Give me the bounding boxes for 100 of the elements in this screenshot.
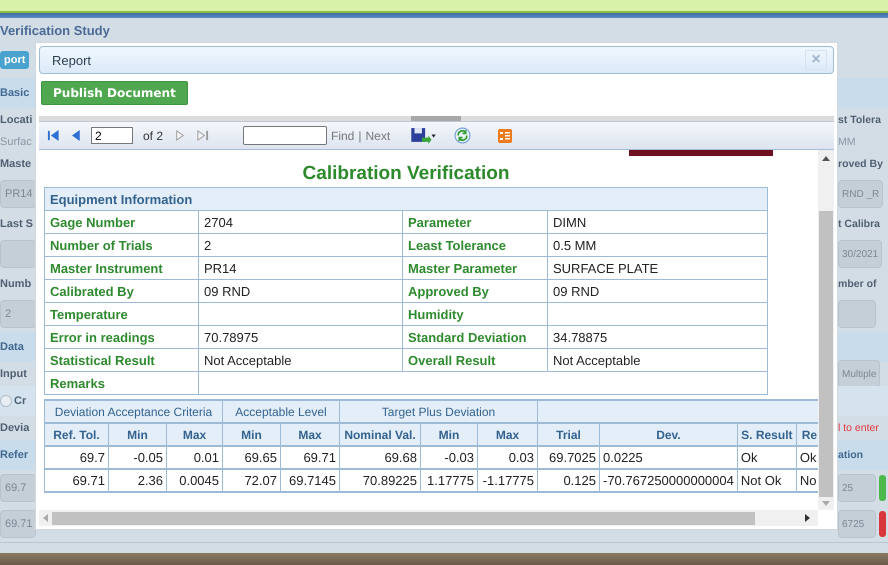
input-field[interactable]: 69.7: [0, 474, 36, 502]
page-number-field[interactable]: 2: [91, 127, 133, 144]
table-cell: 2704: [198, 210, 402, 234]
table-cell: 69.68: [340, 446, 420, 469]
field-label: roved By: [838, 158, 883, 170]
table-cell: 0.0045: [166, 469, 222, 492]
table-cell: Statistical Result: [44, 348, 198, 372]
field-label: t Calibra: [838, 218, 880, 230]
table-cell: -0.03: [420, 446, 478, 469]
column-heading: Min: [420, 423, 478, 446]
table-cell: Ok: [737, 446, 796, 469]
column-group-heading: Target Plus Deviation: [340, 400, 538, 423]
next-link[interactable]: Next: [365, 128, 390, 142]
report-button[interactable]: port: [0, 51, 30, 69]
table-cell: 69.71: [280, 446, 340, 469]
status-button[interactable]: [879, 511, 886, 537]
status-button[interactable]: [879, 475, 886, 501]
table-cell: -70.767250000000004: [600, 469, 738, 492]
input-field[interactable]: 30/2021: [838, 240, 882, 268]
input-field[interactable]: PR14: [0, 180, 36, 208]
column-heading: Trial: [538, 423, 600, 446]
column-heading: Refer: [0, 449, 28, 461]
table-cell: 1.17775: [420, 469, 478, 492]
table-cell: SURFACE PLATE: [548, 256, 768, 280]
input-field[interactable]: [838, 300, 876, 328]
first-page-icon[interactable]: [47, 129, 60, 142]
column-heading: Nominal Val.: [340, 423, 420, 446]
page-title: Verification Study: [0, 22, 110, 38]
column-heading: S. Result: [737, 423, 796, 446]
field-label: Numb: [0, 278, 32, 290]
radio-button[interactable]: [0, 395, 12, 407]
table-cell: Number of Trials: [44, 234, 198, 256]
table-cell: Remarks: [44, 372, 198, 394]
find-field[interactable]: [243, 126, 328, 145]
table-cell: Overall Result: [402, 348, 548, 372]
table-cell: Standard Deviation: [402, 326, 548, 348]
column-heading: Dev.: [600, 423, 738, 446]
table-cell: -1.17775: [478, 469, 538, 492]
table-cell: Calibrated By: [44, 280, 198, 302]
column-group-heading: Acceptable Level: [222, 400, 340, 423]
table-cell: 69.7145: [280, 469, 340, 492]
publish-button[interactable]: Publish Document: [41, 81, 188, 105]
save-icon[interactable]: [410, 127, 436, 144]
table-cell: 09 RND: [198, 280, 402, 302]
table-cell: 0.0225: [600, 446, 738, 469]
vertical-scrollbar[interactable]: [818, 150, 834, 510]
table-cell: Not Acceptable: [548, 348, 768, 372]
column-heading: Re: [796, 423, 818, 446]
separator-text: |: [358, 128, 362, 142]
field-label: Devia: [0, 422, 30, 434]
table-cell: Not Acceptable: [198, 348, 402, 372]
table-cell: Humidity: [402, 302, 548, 326]
table-cell: 09 RND: [548, 280, 768, 302]
table-cell: Approved By: [402, 280, 548, 302]
input-field[interactable]: 2: [0, 300, 36, 328]
section-heading: Basic: [0, 87, 30, 99]
input-field[interactable]: [0, 240, 36, 268]
field-label: st Tolera: [838, 114, 881, 126]
table-cell: 2: [198, 234, 402, 256]
input-field[interactable]: Multiple: [838, 360, 880, 388]
table-cell: 0.01: [166, 446, 222, 469]
table-cell: 70.89225: [340, 469, 420, 492]
table-cell: 2.36: [108, 469, 166, 492]
table-cell: Gage Number: [44, 210, 198, 234]
table-cell: 72.07: [222, 469, 280, 492]
report-title: Calibration Verification: [302, 163, 510, 185]
document-map-icon[interactable]: [498, 128, 512, 142]
refresh-icon[interactable]: [454, 127, 472, 144]
table-cell: Not Ok: [737, 469, 796, 492]
column-heading: Max: [280, 423, 340, 446]
table-cell: Least Tolerance: [402, 234, 548, 256]
table-cell: Parameter: [402, 210, 548, 234]
table-cell: 0.5 MM: [548, 234, 768, 256]
table-cell: Master Instrument: [44, 256, 198, 280]
table-cell: Master Parameter: [402, 256, 548, 280]
input-field[interactable]: 69.71: [0, 510, 36, 538]
table-cell: 70.78975: [198, 326, 402, 348]
table-cell: Temperature: [44, 302, 198, 326]
previous-page-icon[interactable]: [70, 129, 83, 142]
input-field[interactable]: RND _R: [838, 180, 884, 208]
column-heading: Max: [166, 423, 222, 446]
table-cell: -0.05: [108, 446, 166, 469]
field-label: mber of: [838, 278, 877, 290]
table-cell: Error in readings: [44, 326, 198, 348]
column-group-heading: Deviation Acceptance Criteria: [44, 400, 222, 423]
table-cell: 0.125: [538, 469, 600, 492]
find-link[interactable]: Find: [331, 128, 354, 142]
field-label: Maste: [0, 158, 32, 170]
close-button[interactable]: ×: [805, 50, 827, 70]
field-value: Surfac: [0, 136, 32, 148]
radio-label: Cr: [14, 395, 26, 407]
input-field[interactable]: 25: [838, 474, 876, 502]
table-cell: 69.65: [222, 446, 280, 469]
table-cell: PR14: [198, 256, 402, 280]
table-cell: 69.7025: [538, 446, 600, 469]
column-heading: Max: [478, 423, 538, 446]
horizontal-scrollbar[interactable]: [39, 510, 818, 526]
input-field[interactable]: 6725: [838, 510, 876, 538]
table-cell: DIMN: [548, 210, 768, 234]
column-heading: ation: [838, 449, 864, 461]
